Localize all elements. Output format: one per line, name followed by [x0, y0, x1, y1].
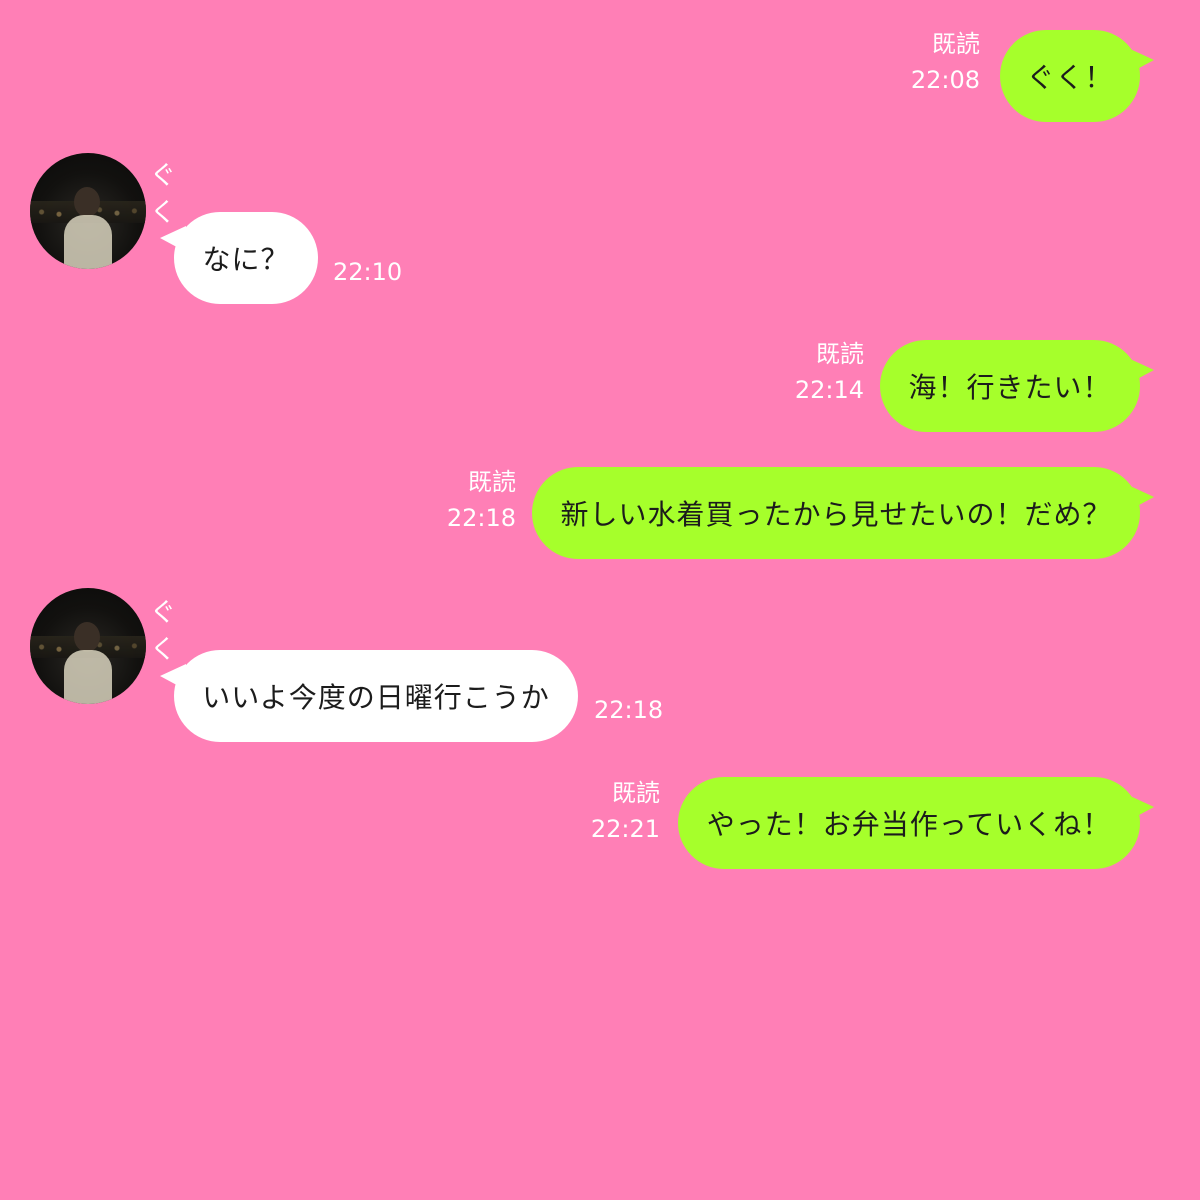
message-text: ぐく！ [1026, 61, 1114, 94]
message-bubble[interactable]: 新しい水着買ったから見せたいの！だめ？ [532, 467, 1140, 559]
read-receipt: 既読 [612, 779, 660, 807]
message-bubble[interactable]: ぐく！ [1000, 30, 1140, 122]
message-bubble[interactable]: やった！お弁当作っていくね！ [678, 777, 1140, 869]
bubble-tail [1128, 358, 1154, 384]
message-time: 22:14 [794, 376, 864, 404]
read-receipt: 既読 [932, 30, 980, 58]
message-time: 22:08 [910, 66, 980, 94]
message-bubble[interactable]: 海！行きたい！ [880, 340, 1140, 432]
read-receipt: 既読 [468, 468, 516, 496]
contact-avatar[interactable] [30, 153, 146, 269]
message-text: 海！行きたい！ [908, 371, 1112, 404]
message-meta: 既読 22:14 [764, 336, 864, 408]
read-receipt: 既読 [816, 340, 864, 368]
message-time: 22:10 [333, 258, 403, 286]
message-meta: 既読 22:08 [880, 26, 980, 98]
message-text: 新しい水着買ったから見せたいの！だめ？ [560, 498, 1112, 531]
message-time: 22:18 [594, 696, 664, 724]
message-bubble[interactable]: なに？ [174, 212, 318, 304]
contact-avatar[interactable] [30, 588, 146, 704]
bubble-tail [1128, 48, 1154, 74]
message-text: なに？ [202, 243, 290, 276]
sender-name: ぐく [150, 598, 177, 665]
message-text: やった！お弁当作っていくね！ [706, 808, 1112, 841]
sender-name: ぐく [150, 161, 177, 228]
message-time: 22:18 [446, 504, 516, 532]
message-text: いいよ今度の日曜行こうか [202, 681, 550, 714]
message-time: 22:21 [590, 815, 660, 843]
message-meta: 既読 22:18 [416, 464, 516, 536]
bubble-tail [1128, 485, 1154, 511]
bubble-tail [1128, 795, 1154, 821]
message-bubble[interactable]: いいよ今度の日曜行こうか [174, 650, 578, 742]
message-meta: 既読 22:21 [560, 775, 660, 847]
